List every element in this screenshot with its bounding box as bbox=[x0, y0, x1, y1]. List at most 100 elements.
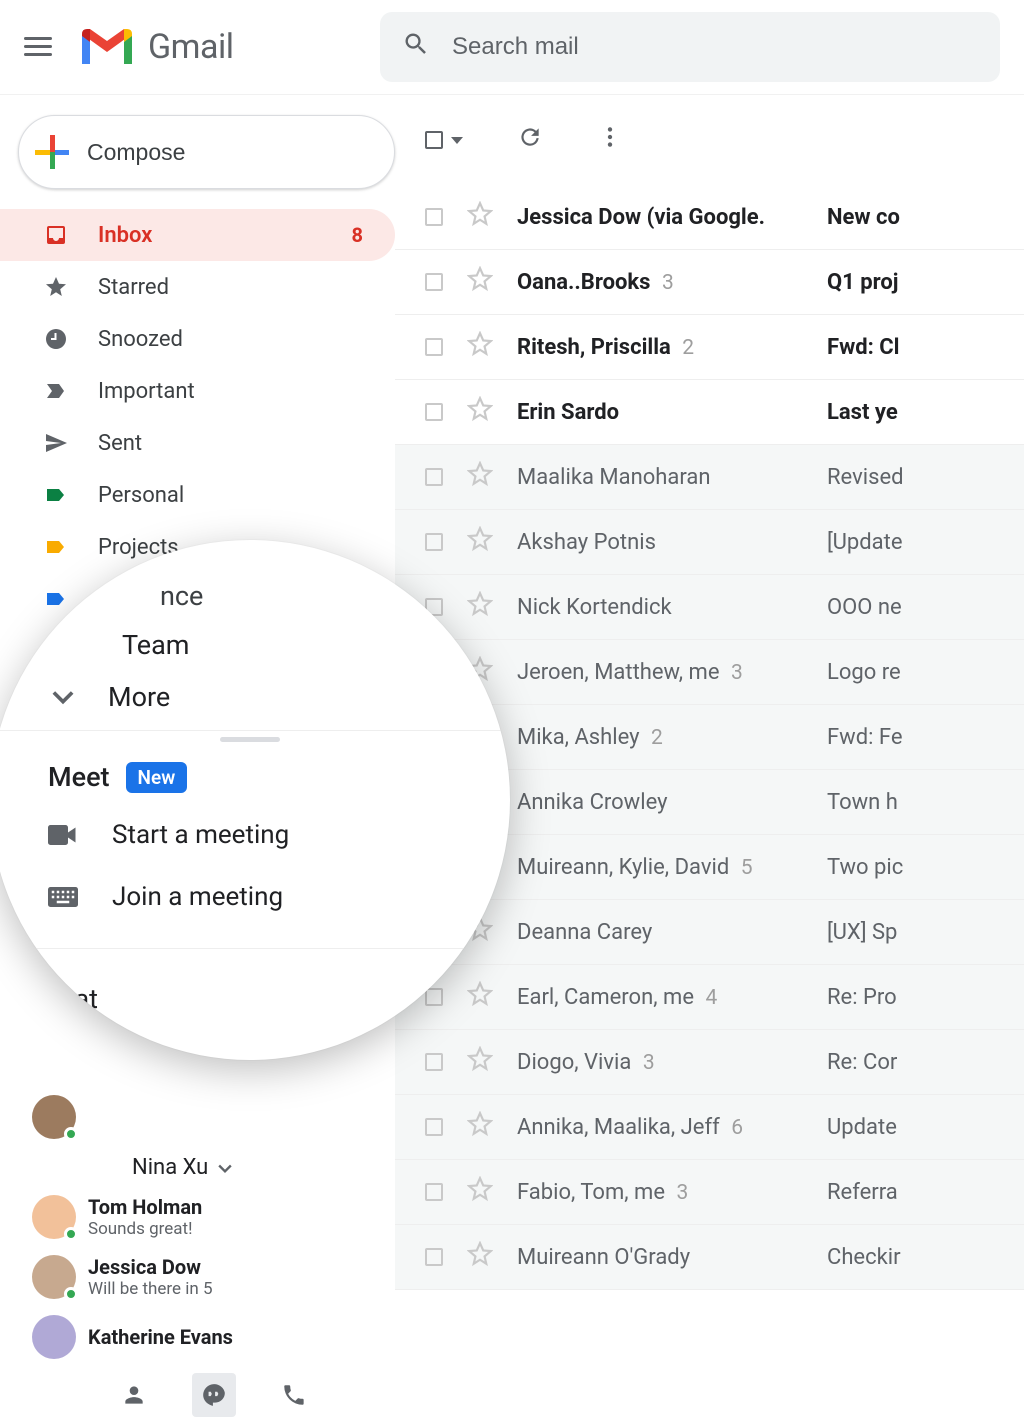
chat-contact[interactable]: Katherine Evans bbox=[0, 1307, 395, 1367]
row-subject: Re: Pro bbox=[827, 985, 897, 1010]
email-row[interactable]: Erin SardoLast ye bbox=[395, 380, 1024, 445]
chat-sub: Sounds great! bbox=[88, 1219, 202, 1239]
avatar bbox=[32, 1255, 76, 1299]
nav-inbox[interactable]: Inbox 8 bbox=[0, 209, 395, 261]
chat-name: Katherine Evans bbox=[88, 1325, 233, 1349]
meet-new-badge: New bbox=[126, 762, 188, 793]
row-subject: Update bbox=[827, 1115, 897, 1140]
row-subject: Fwd: Fe bbox=[827, 725, 903, 750]
row-checkbox[interactable] bbox=[425, 1053, 443, 1071]
mag-team[interactable]: Team bbox=[0, 620, 510, 670]
email-row[interactable]: Ritesh, Priscilla 2Fwd: Cl bbox=[395, 315, 1024, 380]
more-button[interactable] bbox=[597, 124, 623, 156]
row-star[interactable] bbox=[467, 201, 493, 233]
row-star[interactable] bbox=[467, 266, 493, 298]
avatar bbox=[32, 1315, 76, 1359]
mag-more[interactable]: More bbox=[0, 670, 510, 724]
star-icon bbox=[42, 273, 70, 301]
row-star[interactable] bbox=[467, 1241, 493, 1273]
inbox-icon bbox=[42, 221, 70, 249]
chat-nina-label: Nina Xu bbox=[132, 1155, 208, 1180]
chat-avatar-self[interactable] bbox=[0, 1087, 395, 1147]
nav-important[interactable]: Important bbox=[0, 365, 395, 417]
row-star[interactable] bbox=[467, 1111, 493, 1143]
compose-button[interactable]: Compose bbox=[18, 115, 395, 189]
chat-name: Tom Holman bbox=[88, 1195, 202, 1219]
email-row[interactable]: Jessica Dow (via Google.New co bbox=[395, 185, 1024, 250]
row-subject: Last ye bbox=[827, 400, 898, 425]
email-row[interactable]: Muireann O'GradyCheckir bbox=[395, 1225, 1024, 1290]
email-row[interactable]: Nick KortendickOOO ne bbox=[395, 575, 1024, 640]
email-row[interactable]: Maalika ManoharanRevised bbox=[395, 445, 1024, 510]
chevron-down-icon bbox=[218, 1155, 232, 1180]
row-star[interactable] bbox=[467, 1176, 493, 1208]
email-row[interactable]: Akshay Potnis[Update bbox=[395, 510, 1024, 575]
row-sender: Oana..Brooks 3 bbox=[517, 270, 827, 295]
nav-snoozed-label: Snoozed bbox=[98, 327, 183, 352]
chat-sub: Will be there in 5 bbox=[88, 1279, 213, 1299]
join-meeting[interactable]: Join a meeting bbox=[0, 866, 510, 928]
nav-sent[interactable]: Sent bbox=[0, 417, 395, 469]
row-subject: Referra bbox=[827, 1180, 898, 1205]
clock-icon bbox=[42, 325, 70, 353]
row-star[interactable] bbox=[467, 396, 493, 428]
row-sender: Mika, Ashley 2 bbox=[517, 725, 827, 750]
nav-important-label: Important bbox=[98, 379, 195, 404]
nav-starred-label: Starred bbox=[98, 275, 169, 300]
row-subject: Re: Cor bbox=[827, 1050, 897, 1075]
row-checkbox[interactable] bbox=[425, 1118, 443, 1136]
row-sender: Fabio, Tom, me 3 bbox=[517, 1180, 827, 1205]
row-checkbox[interactable] bbox=[425, 208, 443, 226]
gmail-m-icon bbox=[78, 26, 136, 68]
row-checkbox[interactable] bbox=[425, 338, 443, 356]
email-row[interactable]: Annika, Maalika, Jeff 6Update bbox=[395, 1095, 1024, 1160]
row-star[interactable] bbox=[467, 331, 493, 363]
row-checkbox[interactable] bbox=[425, 403, 443, 421]
refresh-button[interactable] bbox=[517, 124, 543, 156]
row-sender: Ritesh, Priscilla 2 bbox=[517, 335, 827, 360]
avatar bbox=[32, 1095, 76, 1139]
email-row[interactable]: Deanna Carey[UX] Sp bbox=[395, 900, 1024, 965]
row-star[interactable] bbox=[467, 981, 493, 1013]
row-star[interactable] bbox=[467, 461, 493, 493]
row-checkbox[interactable] bbox=[425, 988, 443, 1006]
nav-personal-label: Personal bbox=[98, 483, 184, 508]
sent-icon bbox=[42, 429, 70, 457]
row-sender: Jessica Dow (via Google. bbox=[517, 205, 827, 230]
row-checkbox[interactable] bbox=[425, 1248, 443, 1266]
email-row[interactable]: Fabio, Tom, me 3Referra bbox=[395, 1160, 1024, 1225]
row-star[interactable] bbox=[467, 591, 493, 623]
menu-icon[interactable] bbox=[24, 37, 52, 57]
chat-name: Jessica Dow bbox=[88, 1255, 213, 1279]
select-all[interactable] bbox=[425, 131, 463, 149]
row-star[interactable] bbox=[467, 1046, 493, 1078]
email-row[interactable]: Jeroen, Matthew, me 3Logo re bbox=[395, 640, 1024, 705]
row-subject: [Update bbox=[827, 530, 903, 555]
person-icon[interactable] bbox=[112, 1373, 156, 1417]
search-bar[interactable] bbox=[380, 12, 1000, 82]
gmail-logo[interactable]: Gmail bbox=[78, 26, 234, 68]
row-star[interactable] bbox=[467, 526, 493, 558]
row-sender: Annika Crowley bbox=[517, 790, 827, 815]
hangouts-icon[interactable] bbox=[192, 1373, 236, 1417]
row-sender: Nick Kortendick bbox=[517, 595, 827, 620]
email-row[interactable]: Diogo, Vivia 3Re: Cor bbox=[395, 1030, 1024, 1095]
mag-more-label: More bbox=[108, 681, 170, 713]
chat-contact-nina[interactable]: Nina Xu bbox=[0, 1147, 395, 1187]
chat-contact[interactable]: Jessica DowWill be there in 5 bbox=[0, 1247, 395, 1307]
email-row[interactable]: Oana..Brooks 3Q1 proj bbox=[395, 250, 1024, 315]
chat-contact[interactable]: Tom HolmanSounds great! bbox=[0, 1187, 395, 1247]
start-meeting[interactable]: Start a meeting bbox=[0, 804, 510, 866]
email-row[interactable]: Earl, Cameron, me 4Re: Pro bbox=[395, 965, 1024, 1030]
nav-personal[interactable]: Personal bbox=[0, 469, 395, 521]
row-checkbox[interactable] bbox=[425, 273, 443, 291]
row-checkbox[interactable] bbox=[425, 1183, 443, 1201]
phone-icon[interactable] bbox=[272, 1373, 316, 1417]
search-input[interactable] bbox=[452, 33, 978, 61]
nav-starred[interactable]: Starred bbox=[0, 261, 395, 313]
row-checkbox[interactable] bbox=[425, 468, 443, 486]
join-meeting-label: Join a meeting bbox=[112, 882, 283, 912]
nav-snoozed[interactable]: Snoozed bbox=[0, 313, 395, 365]
drag-handle[interactable] bbox=[220, 737, 280, 742]
row-checkbox[interactable] bbox=[425, 533, 443, 551]
